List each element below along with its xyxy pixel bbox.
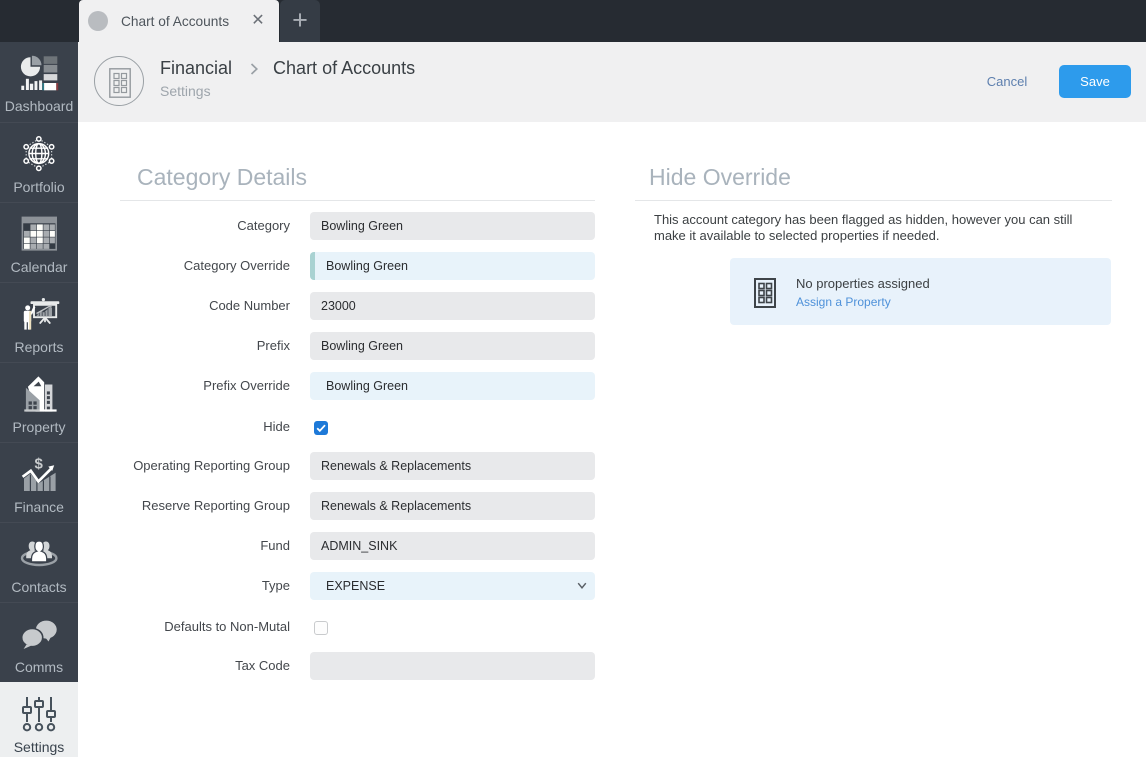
svg-text:$: $ xyxy=(35,456,44,473)
